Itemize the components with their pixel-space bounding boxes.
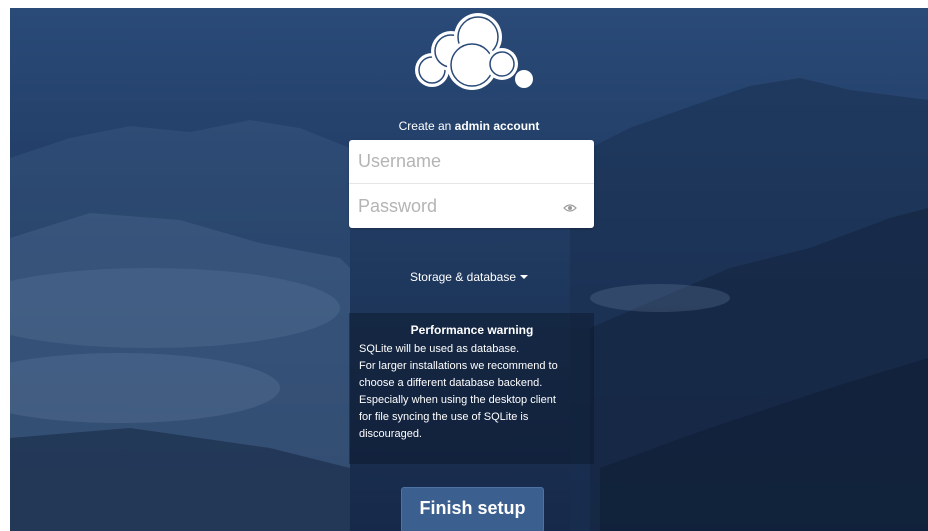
setup-screen: Create an admin account Storage & databa…: [10, 8, 928, 531]
create-admin-caption: Create an admin account: [10, 119, 928, 133]
warning-line: Especially when using the desktop client: [359, 394, 556, 406]
cloud-logo-icon: [415, 13, 533, 90]
caret-down-icon: [520, 274, 529, 279]
warning-title: Performance warning: [410, 323, 534, 337]
password-input[interactable]: [349, 184, 594, 228]
admin-login-form: [349, 140, 594, 228]
performance-warning: Performance warning SQLite will be used …: [349, 313, 594, 464]
warning-line: for file syncing the use of SQLite is: [359, 411, 529, 423]
storage-database-toggle[interactable]: Storage & database: [10, 270, 928, 284]
caption-emphasis: admin account: [454, 119, 540, 133]
warning-line: For larger installations we recommend to: [359, 360, 558, 372]
username-input[interactable]: [349, 140, 594, 184]
warning-line: choose a different database backend.: [359, 377, 543, 389]
eye-icon[interactable]: [563, 203, 577, 213]
warning-line: SQLite will be used as database.: [359, 343, 520, 355]
finish-setup-button[interactable]: Finish setup: [401, 487, 544, 531]
warning-line: discouraged.: [359, 428, 422, 440]
storage-database-label: Storage & database: [409, 270, 517, 284]
caption-prefix: Create an: [398, 119, 452, 133]
